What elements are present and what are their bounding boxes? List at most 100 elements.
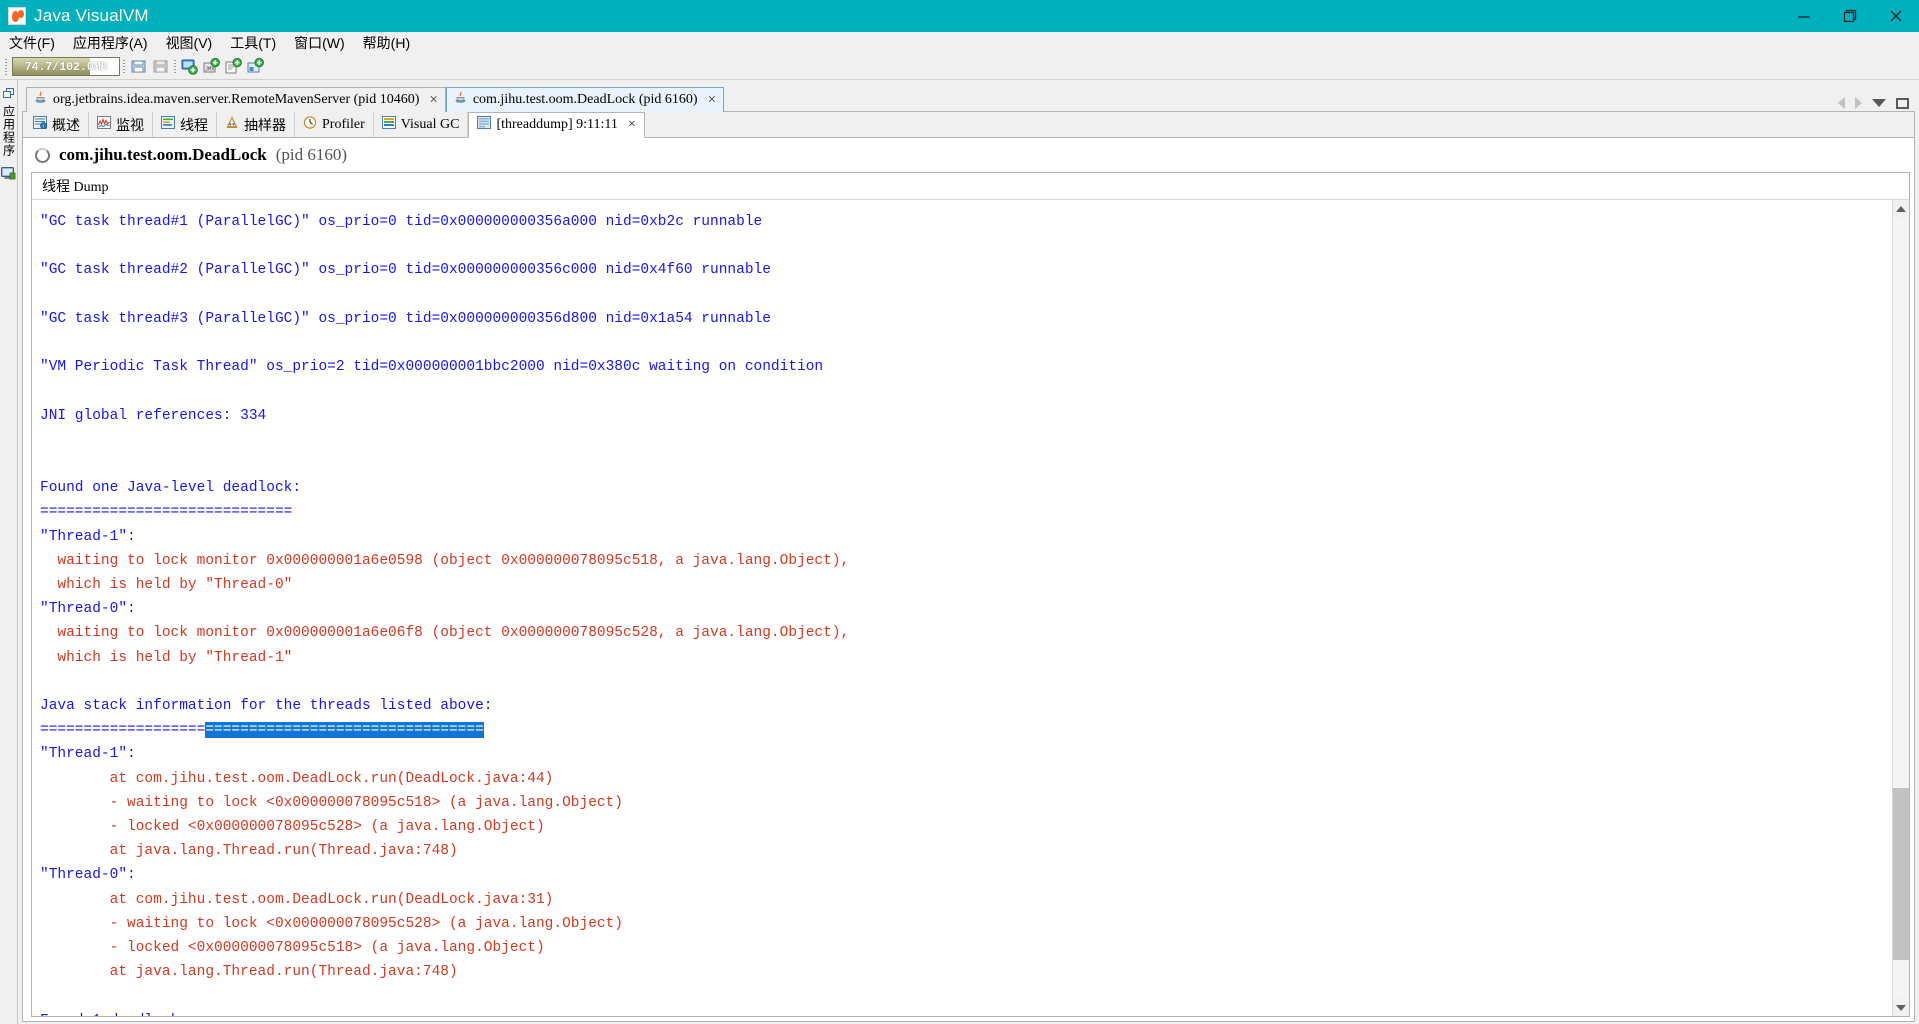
tab-visual-gc[interactable]: Visual GC	[374, 112, 469, 137]
dump-line: Java stack information for the threads l…	[40, 698, 493, 715]
scroll-tabs-right-icon[interactable]	[1855, 97, 1862, 109]
toolbar-separator	[120, 58, 127, 76]
scroll-down-button[interactable]	[1893, 999, 1909, 1016]
dump-line: JNI global references: 334	[40, 407, 267, 424]
dump-line: waiting to lock monitor 0x000000001a6e06…	[40, 625, 850, 642]
tab-sampler[interactable]: 抽样器	[217, 112, 295, 137]
add-vm-application-icon[interactable]	[244, 57, 266, 77]
maximize-window-icon[interactable]	[1896, 97, 1909, 109]
toolbar-separator-2	[171, 58, 178, 76]
doc-tab-deadlock[interactable]: com.jihu.test.oom.DeadLock (pid 6160) ×	[445, 87, 725, 112]
doc-tab-remotemavenserver[interactable]: org.jetbrains.idea.maven.server.RemoteMa…	[26, 87, 446, 112]
scrollbar-track[interactable]	[1893, 217, 1909, 999]
view-subtabbar: i 概述 监视 线程 抽样器 Profiler Visual GC [threa…	[23, 112, 1914, 138]
scroll-up-button[interactable]	[1893, 200, 1909, 217]
sampler-icon	[225, 115, 239, 134]
tab-list-dropdown-icon[interactable]	[1872, 99, 1886, 107]
menu-applications[interactable]: 应用程序(A)	[64, 32, 157, 54]
monitor-chart-icon	[97, 115, 111, 134]
tab-overview[interactable]: i 概述	[25, 112, 89, 137]
dump-line: "GC task thread#2 (ParallelGC)" os_prio=…	[40, 262, 771, 279]
menu-view[interactable]: 视图(V)	[157, 32, 222, 54]
open-snapshot-icon[interactable]	[127, 57, 149, 77]
doc-tab-close-icon[interactable]: ×	[708, 92, 716, 108]
toolbar-drag-handle[interactable]	[3, 58, 10, 76]
document-tabbar: org.jetbrains.idea.maven.server.RemoteMa…	[22, 86, 1915, 112]
dump-line	[40, 985, 1892, 1009]
tab-threaddump[interactable]: [threaddump] 9:11:11 ×	[468, 112, 645, 138]
main-toolbar: 74.7/102.0MB JMX	[0, 54, 1919, 80]
window-title: Java VisualVM	[34, 6, 149, 25]
dump-line: Found one Java-level deadlock:	[40, 480, 302, 497]
java-coffee-icon	[8, 7, 26, 25]
threaddump-icon	[477, 116, 492, 134]
dump-line: =============================	[40, 504, 293, 521]
selected-text: ================================	[205, 722, 484, 739]
dump-line	[40, 379, 1892, 403]
tab-label: 抽样器	[244, 118, 286, 134]
window-titlebar: Java VisualVM	[0, 0, 1919, 32]
tab-label: Visual GC	[400, 116, 460, 132]
menubar: 文件(F) 应用程序(A) 视图(V) 工具(T) 窗口(W) 帮助(H)	[0, 32, 1919, 54]
save-snapshot-icon	[149, 57, 171, 77]
tab-close-icon[interactable]: ×	[628, 117, 636, 133]
profiler-clock-icon	[303, 115, 317, 134]
dump-line: at com.jihu.test.oom.DeadLock.run(DeadLo…	[40, 770, 554, 787]
restore-window-icon[interactable]	[3, 86, 14, 98]
application-pid: (pid 6160)	[275, 145, 348, 164]
java-app-icon	[454, 91, 467, 109]
dump-line: "VM Periodic Task Thread" os_prio=2 tid=…	[40, 359, 824, 376]
tab-threads[interactable]: 线程	[153, 112, 217, 137]
tab-label: 线程	[180, 118, 208, 134]
visualgc-icon	[381, 115, 396, 134]
thread-dump-card: 线程 Dump "GC task thread#1 (ParallelGC)" …	[31, 172, 1910, 1017]
threads-icon	[161, 115, 175, 134]
dump-line	[40, 234, 1892, 258]
thread-dump-title: 线程 Dump	[32, 173, 1909, 200]
close-button[interactable]	[1873, 0, 1919, 32]
chevron-down-icon	[1896, 1004, 1906, 1011]
menu-help[interactable]: 帮助(H)	[354, 32, 419, 54]
dump-line: "Thread-0":	[40, 601, 136, 618]
menu-tools[interactable]: 工具(T)	[221, 32, 285, 54]
dump-line	[40, 428, 1892, 452]
tab-profiler[interactable]: Profiler	[295, 112, 374, 137]
dump-line: - locked <0x000000078095c518> (a java.la…	[40, 940, 545, 957]
doc-tab-close-icon[interactable]: ×	[429, 92, 437, 108]
dump-line: at com.jihu.test.oom.DeadLock.run(DeadLo…	[40, 891, 554, 908]
workspace: 应用程序 org.jetbrains.idea.maven.server.Rem…	[0, 80, 1919, 1024]
thread-dump-text[interactable]: "GC task thread#1 (ParallelGC)" os_prio=…	[32, 200, 1892, 1016]
dump-line: - waiting to lock <0x000000078095c518> (…	[40, 794, 623, 811]
document-tab-nav	[1838, 97, 1915, 112]
tab-label: Profiler	[322, 116, 365, 132]
application-header: com.jihu.test.oom.DeadLock (pid 6160)	[23, 138, 1914, 172]
tab-monitor[interactable]: 监视	[89, 112, 153, 137]
window-controls	[1781, 0, 1919, 32]
minimize-button[interactable]	[1781, 0, 1827, 32]
menu-file[interactable]: 文件(F)	[0, 32, 64, 54]
dump-line: - waiting to lock <0x000000078095c528> (…	[40, 915, 623, 932]
scroll-tabs-left-icon[interactable]	[1838, 97, 1845, 109]
dump-line	[40, 452, 1892, 476]
thread-dump-scrollbar[interactable]	[1892, 200, 1909, 1016]
restore-button[interactable]	[1827, 0, 1873, 32]
add-jmx-connection-icon[interactable]: JMX	[200, 57, 222, 77]
tab-label: 监视	[116, 118, 144, 134]
application-name: com.jihu.test.oom.DeadLock	[59, 145, 267, 164]
applications-dock-strip: 应用程序	[0, 80, 18, 1024]
add-remote-host-icon[interactable]	[178, 57, 200, 77]
dump-line: waiting to lock monitor 0x000000001a6e05…	[40, 552, 850, 569]
menu-window[interactable]: 窗口(W)	[285, 32, 354, 54]
dump-line: "Thread-1":	[40, 528, 136, 545]
dump-line: ========================================…	[40, 722, 484, 739]
heap-memory-gauge[interactable]: 74.7/102.0MB	[12, 57, 120, 76]
main-panel: org.jetbrains.idea.maven.server.RemoteMa…	[18, 80, 1919, 1024]
dump-line: "Thread-1":	[40, 746, 136, 763]
scrollbar-thumb[interactable]	[1893, 787, 1909, 960]
applications-dock-label[interactable]: 应用程序	[2, 105, 16, 157]
chevron-up-icon	[1896, 205, 1906, 212]
dump-line: - locked <0x000000078095c528> (a java.la…	[40, 819, 545, 836]
tab-label: [threaddump] 9:11:11	[496, 117, 618, 132]
add-vm-coredump-icon[interactable]	[222, 57, 244, 77]
overview-icon: i	[33, 115, 47, 134]
